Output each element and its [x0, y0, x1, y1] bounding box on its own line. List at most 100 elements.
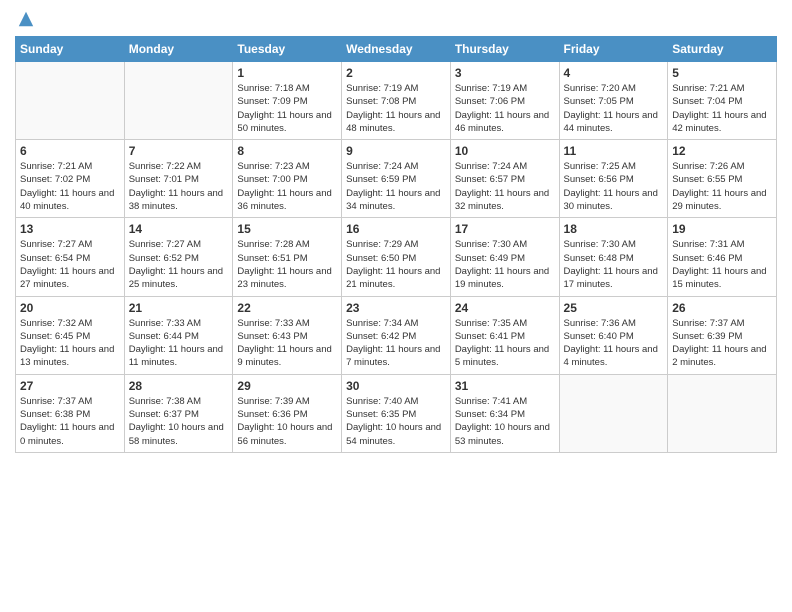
calendar-day-cell: 16Sunrise: 7:29 AMSunset: 6:50 PMDayligh…	[342, 218, 451, 296]
day-info: Sunrise: 7:28 AMSunset: 6:51 PMDaylight:…	[237, 238, 337, 291]
day-info: Sunrise: 7:37 AMSunset: 6:38 PMDaylight:…	[20, 395, 120, 448]
calendar-day-cell	[668, 374, 777, 452]
calendar-day-cell: 12 Sunrise: 7:26 AMSunset: 6:55 PMDayligh…	[668, 140, 777, 218]
calendar-day-cell: 5 Sunrise: 7:21 AMSunset: 7:04 PMDaylight…	[668, 62, 777, 140]
day-number: 2	[346, 66, 446, 80]
calendar-day-cell: 2Sunrise: 7:19 AMSunset: 7:08 PMDaylight…	[342, 62, 451, 140]
day-number: 30	[346, 379, 446, 393]
day-number: 10	[455, 144, 555, 158]
day-number: 28	[129, 379, 229, 393]
calendar-day-cell: 20 Sunrise: 7:32 AMSunset: 6:45 PMDayligh…	[16, 296, 125, 374]
day-number: 24	[455, 301, 555, 315]
day-number: 15	[237, 222, 337, 236]
day-info: Sunrise: 7:25 AMSunset: 6:56 PMDaylight:…	[564, 160, 664, 213]
day-info: Sunrise: 7:22 AMSunset: 7:01 PMDaylight:…	[129, 160, 229, 213]
day-number: 14	[129, 222, 229, 236]
day-info: Sunrise: 7:37 AMSunset: 6:39 PMDaylight:…	[672, 317, 772, 370]
page-header	[15, 10, 777, 28]
calendar-day-cell: 13 Sunrise: 7:27 AMSunset: 6:54 PMDayligh…	[16, 218, 125, 296]
calendar-day-cell: 30 Sunrise: 7:40 AMSunset: 6:35 PMDayligh…	[342, 374, 451, 452]
day-number: 9	[346, 144, 446, 158]
calendar-week-row: 1 Sunrise: 7:18 AMSunset: 7:09 PMDaylight…	[16, 62, 777, 140]
logo	[15, 10, 35, 28]
day-info: Sunrise: 7:32 AMSunset: 6:45 PMDaylight:…	[20, 317, 120, 370]
day-number: 18	[564, 222, 664, 236]
day-number: 6	[20, 144, 120, 158]
calendar-day-cell: 14 Sunrise: 7:27 AMSunset: 6:52 PMDayligh…	[124, 218, 233, 296]
calendar-day-header: Monday	[124, 37, 233, 62]
day-number: 12	[672, 144, 772, 158]
calendar-week-row: 27 Sunrise: 7:37 AMSunset: 6:38 PMDayligh…	[16, 374, 777, 452]
day-number: 21	[129, 301, 229, 315]
day-number: 1	[237, 66, 337, 80]
calendar-day-header: Saturday	[668, 37, 777, 62]
calendar-day-cell: 24 Sunrise: 7:35 AMSunset: 6:41 PMDayligh…	[450, 296, 559, 374]
day-number: 16	[346, 222, 446, 236]
day-number: 27	[20, 379, 120, 393]
day-info: Sunrise: 7:21 AMSunset: 7:02 PMDaylight:…	[20, 160, 120, 213]
day-info: Sunrise: 7:24 AMSunset: 6:57 PMDaylight:…	[455, 160, 555, 213]
calendar-day-cell: 9 Sunrise: 7:24 AMSunset: 6:59 PMDaylight…	[342, 140, 451, 218]
day-info: Sunrise: 7:39 AMSunset: 6:36 PMDaylight:…	[237, 395, 337, 448]
day-info: Sunrise: 7:36 AMSunset: 6:40 PMDaylight:…	[564, 317, 664, 370]
day-info: Sunrise: 7:27 AMSunset: 6:54 PMDaylight:…	[20, 238, 120, 291]
calendar-week-row: 6 Sunrise: 7:21 AMSunset: 7:02 PMDaylight…	[16, 140, 777, 218]
day-info: Sunrise: 7:26 AMSunset: 6:55 PMDaylight:…	[672, 160, 772, 213]
calendar-day-cell: 11 Sunrise: 7:25 AMSunset: 6:56 PMDayligh…	[559, 140, 668, 218]
day-info: Sunrise: 7:34 AMSunset: 6:42 PMDaylight:…	[346, 317, 446, 370]
day-info: Sunrise: 7:20 AMSunset: 7:05 PMDaylight:…	[564, 82, 664, 135]
logo-icon	[17, 10, 35, 28]
calendar-day-cell: 28Sunrise: 7:38 AMSunset: 6:37 PMDayligh…	[124, 374, 233, 452]
day-number: 31	[455, 379, 555, 393]
calendar-week-row: 13 Sunrise: 7:27 AMSunset: 6:54 PMDayligh…	[16, 218, 777, 296]
day-info: Sunrise: 7:19 AMSunset: 7:06 PMDaylight:…	[455, 82, 555, 135]
day-info: Sunrise: 7:33 AMSunset: 6:44 PMDaylight:…	[129, 317, 229, 370]
day-info: Sunrise: 7:35 AMSunset: 6:41 PMDaylight:…	[455, 317, 555, 370]
day-number: 23	[346, 301, 446, 315]
day-info: Sunrise: 7:33 AMSunset: 6:43 PMDaylight:…	[237, 317, 337, 370]
calendar-day-cell: 31Sunrise: 7:41 AMSunset: 6:34 PMDayligh…	[450, 374, 559, 452]
day-number: 11	[564, 144, 664, 158]
day-info: Sunrise: 7:31 AMSunset: 6:46 PMDaylight:…	[672, 238, 772, 291]
day-info: Sunrise: 7:21 AMSunset: 7:04 PMDaylight:…	[672, 82, 772, 135]
day-info: Sunrise: 7:24 AMSunset: 6:59 PMDaylight:…	[346, 160, 446, 213]
day-number: 5	[672, 66, 772, 80]
calendar-day-cell: 21 Sunrise: 7:33 AMSunset: 6:44 PMDayligh…	[124, 296, 233, 374]
calendar-day-cell: 15 Sunrise: 7:28 AMSunset: 6:51 PMDayligh…	[233, 218, 342, 296]
day-number: 29	[237, 379, 337, 393]
calendar-day-header: Sunday	[16, 37, 125, 62]
day-number: 17	[455, 222, 555, 236]
calendar-day-cell	[124, 62, 233, 140]
calendar-week-row: 20 Sunrise: 7:32 AMSunset: 6:45 PMDayligh…	[16, 296, 777, 374]
day-number: 22	[237, 301, 337, 315]
calendar-day-cell: 19Sunrise: 7:31 AMSunset: 6:46 PMDayligh…	[668, 218, 777, 296]
calendar-day-header: Tuesday	[233, 37, 342, 62]
calendar-day-cell	[16, 62, 125, 140]
day-number: 26	[672, 301, 772, 315]
day-info: Sunrise: 7:27 AMSunset: 6:52 PMDaylight:…	[129, 238, 229, 291]
calendar-day-header: Wednesday	[342, 37, 451, 62]
day-info: Sunrise: 7:18 AMSunset: 7:09 PMDaylight:…	[237, 82, 337, 135]
day-number: 4	[564, 66, 664, 80]
day-number: 20	[20, 301, 120, 315]
calendar-day-cell: 1 Sunrise: 7:18 AMSunset: 7:09 PMDaylight…	[233, 62, 342, 140]
calendar-day-cell: 26 Sunrise: 7:37 AMSunset: 6:39 PMDayligh…	[668, 296, 777, 374]
calendar-day-header: Thursday	[450, 37, 559, 62]
day-number: 25	[564, 301, 664, 315]
day-info: Sunrise: 7:23 AMSunset: 7:00 PMDaylight:…	[237, 160, 337, 213]
day-info: Sunrise: 7:40 AMSunset: 6:35 PMDaylight:…	[346, 395, 446, 448]
calendar-day-cell: 17 Sunrise: 7:30 AMSunset: 6:49 PMDayligh…	[450, 218, 559, 296]
calendar-day-cell: 25 Sunrise: 7:36 AMSunset: 6:40 PMDayligh…	[559, 296, 668, 374]
calendar-day-cell: 7 Sunrise: 7:22 AMSunset: 7:01 PMDaylight…	[124, 140, 233, 218]
calendar-day-cell: 18 Sunrise: 7:30 AMSunset: 6:48 PMDayligh…	[559, 218, 668, 296]
day-info: Sunrise: 7:30 AMSunset: 6:48 PMDaylight:…	[564, 238, 664, 291]
calendar-day-cell: 10 Sunrise: 7:24 AMSunset: 6:57 PMDayligh…	[450, 140, 559, 218]
calendar-table: SundayMondayTuesdayWednesdayThursdayFrid…	[15, 36, 777, 453]
day-number: 7	[129, 144, 229, 158]
day-info: Sunrise: 7:30 AMSunset: 6:49 PMDaylight:…	[455, 238, 555, 291]
day-number: 3	[455, 66, 555, 80]
calendar-day-cell: 8Sunrise: 7:23 AMSunset: 7:00 PMDaylight…	[233, 140, 342, 218]
calendar-day-cell: 23 Sunrise: 7:34 AMSunset: 6:42 PMDayligh…	[342, 296, 451, 374]
calendar-day-cell: 22 Sunrise: 7:33 AMSunset: 6:43 PMDayligh…	[233, 296, 342, 374]
day-number: 13	[20, 222, 120, 236]
